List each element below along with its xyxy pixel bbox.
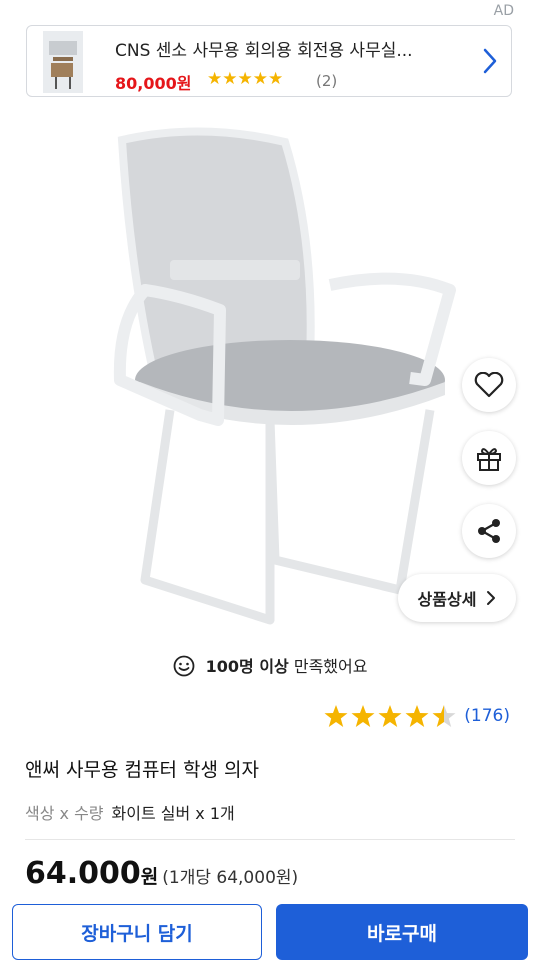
ad-price: 80,000원 [115,74,192,93]
heart-icon [474,372,504,398]
product-name: 앤써 사무용 컴퓨터 학생 의자 [25,759,259,781]
bottom-action-bar: 장바구니 담기 바로구매 [0,890,540,960]
satisfaction-text: 만족했어요 [288,657,368,676]
share-icon [478,519,500,543]
option-value: 화이트 실버 x 1개 [111,804,235,823]
ad-title[interactable]: CNS 센소 사무용 회의용 회전용 사무실... [115,36,413,61]
option-label: 색상 x 수량 [25,804,104,823]
chevron-right-icon [487,591,496,605]
ad-banner[interactable]: CNS 센소 사무용 회의용 회전용 사무실... 80,000원 ★★★★★ … [26,25,512,97]
smile-icon [173,655,194,677]
rating-stars [324,705,456,727]
rating[interactable]: (176) [324,703,510,729]
price-row: 64.000원 (1개당 64,000원) [25,856,298,891]
product-detail-label: 상품상세 [417,590,477,609]
ad-review-count: (2) [316,72,338,90]
buy-now-button[interactable]: 바로구매 [276,904,528,960]
ad-label: AD [493,3,514,19]
ad-stars: ★★★★★ [207,69,284,89]
divider [25,839,515,840]
price-value: 64.000 [25,856,141,891]
wishlist-button[interactable] [462,358,516,412]
product-detail-button[interactable]: 상품상세 [398,574,516,622]
gift-icon [477,448,501,471]
add-to-cart-button[interactable]: 장바구니 담기 [12,904,262,960]
chevron-right-icon[interactable] [483,48,497,78]
product-image[interactable] [100,120,470,640]
share-button[interactable] [462,504,516,558]
rating-count[interactable]: (176) [464,706,510,726]
option-row: 색상 x 수량 화이트 실버 x 1개 [25,800,235,824]
ad-thumbnail [43,31,83,93]
price-currency: 원 [140,866,159,888]
gift-button[interactable] [462,431,516,485]
unit-price: (1개당 64,000원) [162,868,299,888]
satisfaction-line: 100명 이상 만족했어요 [0,653,540,677]
satisfaction-count: 100명 이상 [205,657,289,676]
